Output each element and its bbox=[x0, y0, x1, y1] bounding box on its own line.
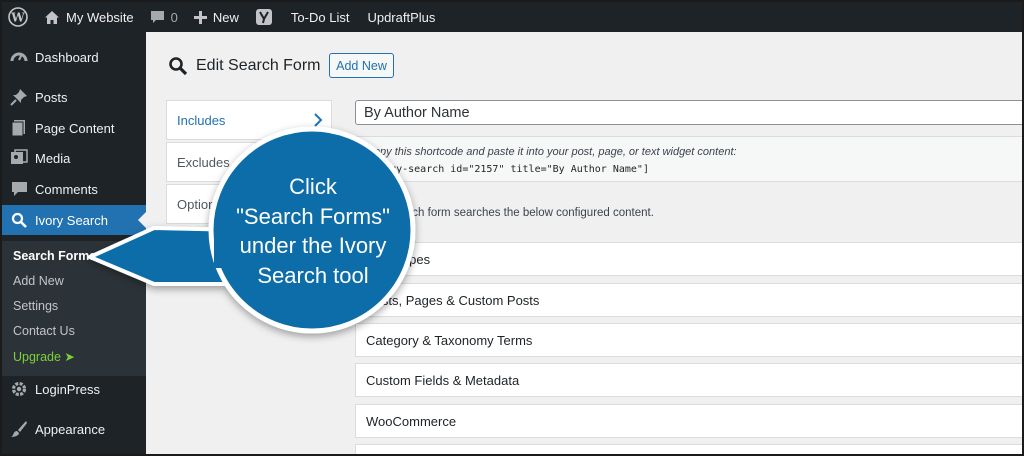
sidebar-item-label: Posts bbox=[35, 89, 68, 105]
page-title: Edit Search Form bbox=[168, 56, 320, 76]
callout-line: under the Ivory bbox=[239, 233, 387, 258]
todo-list-link[interactable]: To-Do List bbox=[281, 2, 358, 32]
tab-label: Excludes bbox=[177, 154, 230, 170]
chevron-right-icon bbox=[314, 113, 323, 127]
gear-icon bbox=[9, 379, 29, 399]
dashboard-icon bbox=[9, 47, 29, 67]
ivory-search-submenu: Search Forms Add New Settings Contact Us… bbox=[2, 241, 146, 376]
submenu-item-upgrade[interactable]: Upgrade ➤ bbox=[13, 349, 75, 364]
todo-label: To-Do List bbox=[290, 9, 350, 25]
home-icon bbox=[45, 10, 59, 24]
sidebar-item-posts[interactable]: Posts bbox=[2, 82, 146, 112]
shortcode-box: Copy this shortcode and paste it into yo… bbox=[355, 136, 1022, 182]
sidebar-item-label: Appearance bbox=[35, 421, 106, 437]
section-more[interactable] bbox=[355, 444, 1022, 454]
paintbrush-icon bbox=[9, 419, 29, 439]
page-icon bbox=[9, 118, 29, 138]
shortcode-note: Copy this shortcode and paste it into yo… bbox=[366, 146, 737, 158]
submenu-item-contact-us[interactable]: Contact Us bbox=[13, 324, 75, 338]
sidebar-item-label: Comments bbox=[35, 181, 98, 197]
comment-icon bbox=[150, 10, 164, 23]
pin-icon bbox=[9, 87, 29, 107]
callout-line: "Search Forms" bbox=[236, 203, 390, 229]
comment-icon bbox=[9, 179, 29, 199]
section-label: Posts, Pages & Custom Posts bbox=[366, 292, 540, 308]
sidebar-item-label: Ivory Search bbox=[35, 212, 108, 228]
add-new-button[interactable]: Add New bbox=[329, 53, 394, 78]
section-label: WooCommerce bbox=[366, 413, 457, 429]
tab-includes[interactable]: Includes bbox=[166, 100, 332, 140]
section-posts-pages[interactable]: Posts, Pages & Custom Posts bbox=[355, 283, 1022, 317]
submenu-item-search-forms[interactable]: Search Forms bbox=[13, 249, 96, 263]
yoast-link[interactable] bbox=[247, 2, 281, 32]
section-label: Category & Taxonomy Terms bbox=[366, 332, 533, 348]
search-icon bbox=[169, 57, 188, 76]
callout-text: Click "Search Forms" under the Ivory Sea… bbox=[212, 172, 414, 290]
comments-link[interactable]: 0 bbox=[142, 2, 186, 32]
section-woocommerce[interactable]: WooCommerce bbox=[355, 404, 1022, 438]
section-custom-fields[interactable]: Custom Fields & Metadata bbox=[355, 363, 1022, 397]
site-name-link[interactable]: My Website bbox=[36, 2, 142, 32]
updraftplus-label: UpdraftPlus bbox=[367, 9, 436, 25]
tab-label: Includes bbox=[177, 112, 226, 128]
yoast-icon bbox=[255, 9, 272, 25]
form-title-input[interactable]: By Author Name bbox=[355, 100, 1022, 125]
wordpress-logo-icon[interactable]: W bbox=[2, 2, 36, 32]
sidebar-item-dashboard[interactable]: Dashboard bbox=[2, 42, 146, 72]
sidebar-item-ivory-search[interactable]: Ivory Search bbox=[2, 205, 146, 235]
updraftplus-link[interactable]: UpdraftPlus bbox=[357, 2, 443, 32]
plus-icon bbox=[193, 10, 207, 24]
svg-text:W: W bbox=[10, 11, 25, 25]
section-label: Custom Fields & Metadata bbox=[366, 372, 520, 388]
section-category-taxonomy[interactable]: Category & Taxonomy Terms bbox=[355, 323, 1022, 357]
submenu-item-settings[interactable]: Settings bbox=[13, 299, 58, 313]
site-name-label: My Website bbox=[66, 9, 134, 25]
active-menu-arrow bbox=[138, 212, 146, 228]
media-icon bbox=[9, 148, 29, 168]
admin-bar: W My Website 0 New To-Do List UpdraftPlu… bbox=[2, 2, 1022, 32]
sidebar-item-media[interactable]: Media bbox=[2, 143, 146, 173]
callout-line: Search tool bbox=[257, 262, 369, 288]
section-post-types[interactable]: Post Types bbox=[355, 242, 1022, 276]
sidebar-item-loginpress[interactable]: LoginPress bbox=[2, 374, 146, 404]
sidebar-item-page-content[interactable]: Page Content bbox=[2, 113, 146, 143]
sidebar-item-comments[interactable]: Comments bbox=[2, 174, 146, 204]
new-content-link[interactable]: New bbox=[186, 2, 247, 32]
sidebar-item-label: LoginPress bbox=[35, 381, 101, 397]
submenu-item-add-new[interactable]: Add New bbox=[13, 274, 64, 288]
sidebar-item-appearance[interactable]: Appearance bbox=[2, 414, 146, 444]
new-label: New bbox=[212, 9, 239, 25]
page-title-text: Edit Search Form bbox=[196, 57, 321, 74]
sidebar-item-label: Media bbox=[35, 150, 71, 166]
sidebar-item-label: Dashboard bbox=[35, 49, 99, 65]
search-icon bbox=[9, 210, 29, 230]
screenshot-frame: W My Website 0 New To-Do List UpdraftPlu… bbox=[0, 0, 1024, 456]
callout-line: Click bbox=[289, 174, 337, 199]
admin-sidebar: Dashboard Posts Page Content Media Comme… bbox=[2, 32, 146, 454]
sidebar-item-label: Page Content bbox=[35, 120, 115, 136]
comments-count: 0 bbox=[170, 9, 178, 25]
